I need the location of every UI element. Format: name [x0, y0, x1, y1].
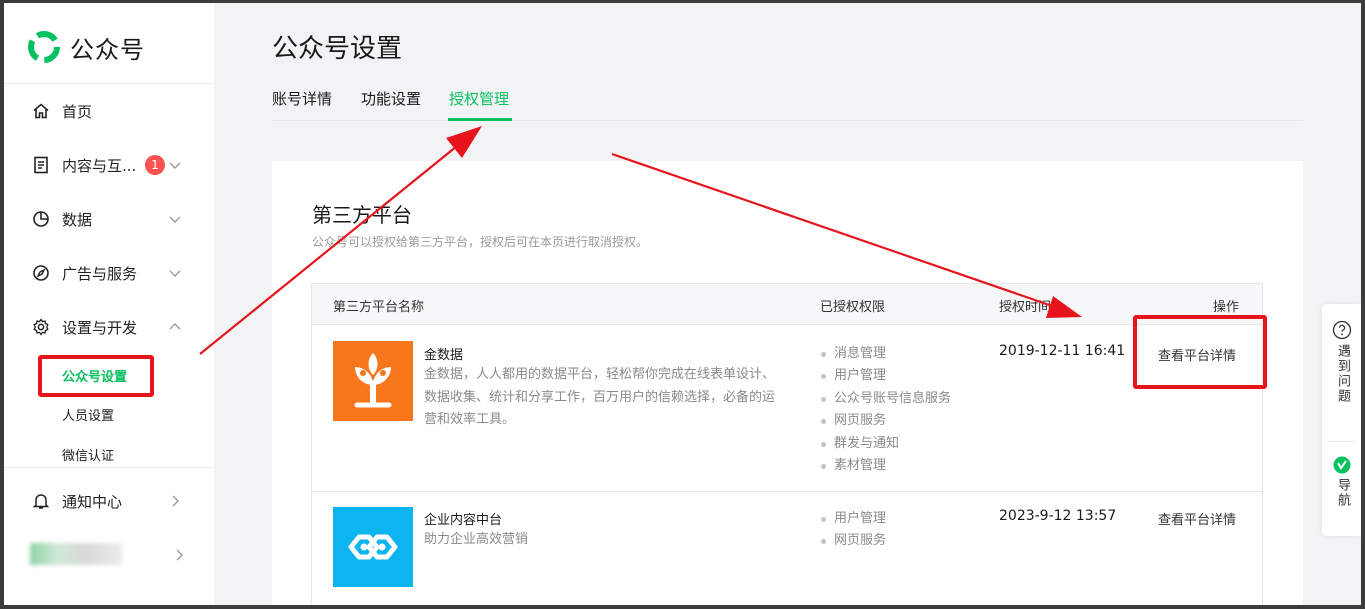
bell-icon	[32, 494, 50, 509]
enterprise-content-logo-icon	[333, 507, 413, 587]
help-label: 遇到问题	[1335, 344, 1350, 404]
sidebar-item-notifications[interactable]: 通知中心	[4, 481, 214, 521]
chevron-up-icon	[169, 323, 181, 330]
table-row: 金数据 金数据，人人都用的数据平台，轻松帮你完成在线表单设计、数据收集、统计和分…	[312, 326, 1262, 491]
annotation-highlight-action	[1133, 315, 1267, 389]
sidebar-item-ads[interactable]: 广告与服务	[4, 253, 214, 293]
chevron-down-icon	[169, 270, 181, 277]
permission-item: 素材管理	[820, 455, 951, 477]
sidebar-item-label: 内容与互...	[62, 156, 137, 175]
view-platform-details-link[interactable]: 查看平台详情	[1158, 509, 1236, 528]
guide-check-icon	[1333, 456, 1351, 474]
permission-item: 用户管理	[820, 365, 951, 387]
sidebar-item-label: 数据	[62, 210, 93, 229]
wechat-mp-logo-icon	[28, 31, 60, 63]
platform-name: 企业内容中台	[424, 513, 503, 528]
guide-label: 导航	[1335, 478, 1350, 508]
column-header-permissions: 已授权权限	[820, 300, 886, 315]
brand-logo[interactable]: 公众号	[26, 29, 145, 65]
question-circle-icon	[1332, 320, 1352, 340]
home-icon	[33, 103, 49, 119]
sidebar-item-label: 首页	[62, 102, 93, 121]
section-description: 公众号可以授权给第三方平台，授权后可在本页进行取消授权。	[312, 235, 649, 249]
document-icon	[34, 156, 48, 174]
account-avatar-blurred[interactable]	[30, 543, 122, 565]
help-button[interactable]: 遇到问题	[1322, 320, 1362, 404]
authorization-time: 2019-12-11 16:41	[999, 343, 1126, 359]
sidebar-subitem-staff-settings[interactable]: 人员设置	[62, 405, 114, 424]
sidebar-item-settings[interactable]: 设置与开发	[4, 307, 214, 347]
sidebar-item-data[interactable]: 数据	[4, 199, 214, 239]
permission-list: 消息管理 用户管理 公众号账号信息服务 网页服务 群发与通知 素材管理	[820, 343, 951, 477]
column-header-action: 操作	[1213, 300, 1240, 315]
table-row: 企业内容中台 助力企业高效营销 用户管理 网页服务 2023-9-12 13:5…	[312, 492, 1262, 609]
sidebar-subitem-verification[interactable]: 微信认证	[62, 445, 114, 464]
tab-feature-settings[interactable]: 功能设置	[361, 88, 421, 121]
annotation-arrowhead	[446, 126, 482, 158]
permission-item: 网页服务	[820, 530, 886, 552]
platform-description: 金数据，人人都用的数据平台，轻松帮你完成在线表单设计、数据收集、统计和分享工作，…	[424, 367, 776, 427]
permission-item: 群发与通知	[820, 433, 951, 455]
column-header-name: 第三方平台名称	[333, 300, 425, 315]
notification-badge: 1	[145, 155, 165, 175]
page-title: 公众号设置	[272, 34, 403, 64]
section-title: 第三方平台	[312, 203, 412, 227]
platform-description: 助力企业高效营销	[424, 532, 529, 547]
sidebar-divider	[4, 467, 214, 468]
floating-help-panel: 遇到问题 导航	[1322, 304, 1362, 536]
permission-list: 用户管理 网页服务	[820, 508, 886, 553]
chevron-right-icon	[172, 495, 179, 507]
compass-icon	[33, 265, 49, 281]
gear-icon	[33, 318, 49, 336]
chevron-right-icon[interactable]	[172, 548, 186, 562]
table-header: 第三方平台名称 已授权权限 授权时间 操作	[312, 284, 1262, 325]
platform-table: 第三方平台名称 已授权权限 授权时间 操作 金数据 金数据，人人都用的数据平台，…	[311, 283, 1263, 609]
permission-item: 公众号账号信息服务	[820, 388, 951, 410]
chevron-down-icon	[169, 162, 181, 169]
jinshuju-logo-icon	[333, 341, 413, 421]
permission-item: 网页服务	[820, 410, 951, 432]
tab-account-details[interactable]: 账号详情	[272, 88, 332, 121]
sidebar: 公众号 首页 内容与互... 1 数据 广告与服务 设置与开发 公众号设置 人员…	[4, 3, 214, 606]
sidebar-divider	[4, 83, 214, 84]
permission-item: 用户管理	[820, 508, 886, 530]
sidebar-item-label: 设置与开发	[62, 318, 138, 337]
tab-bar: 账号详情 功能设置 授权管理	[272, 88, 1303, 121]
permission-item: 消息管理	[820, 343, 951, 365]
column-header-time: 授权时间	[999, 300, 1052, 315]
sidebar-item-home[interactable]: 首页	[4, 91, 214, 131]
tab-authorization[interactable]: 授权管理	[449, 88, 509, 121]
platform-name: 金数据	[424, 348, 464, 363]
annotation-highlight-sidebar	[38, 355, 154, 397]
authorization-time: 2023-9-12 13:57	[999, 508, 1117, 524]
sidebar-item-label: 广告与服务	[62, 264, 138, 283]
panel-divider	[1328, 441, 1356, 442]
sidebar-item-label: 通知中心	[62, 492, 123, 511]
chevron-down-icon	[169, 216, 181, 223]
sidebar-item-content[interactable]: 内容与互... 1	[4, 145, 214, 185]
pie-chart-icon	[33, 211, 49, 227]
active-tab-indicator	[448, 118, 512, 121]
guide-button[interactable]: 导航	[1322, 456, 1362, 508]
brand-name: 公众号	[70, 35, 145, 64]
